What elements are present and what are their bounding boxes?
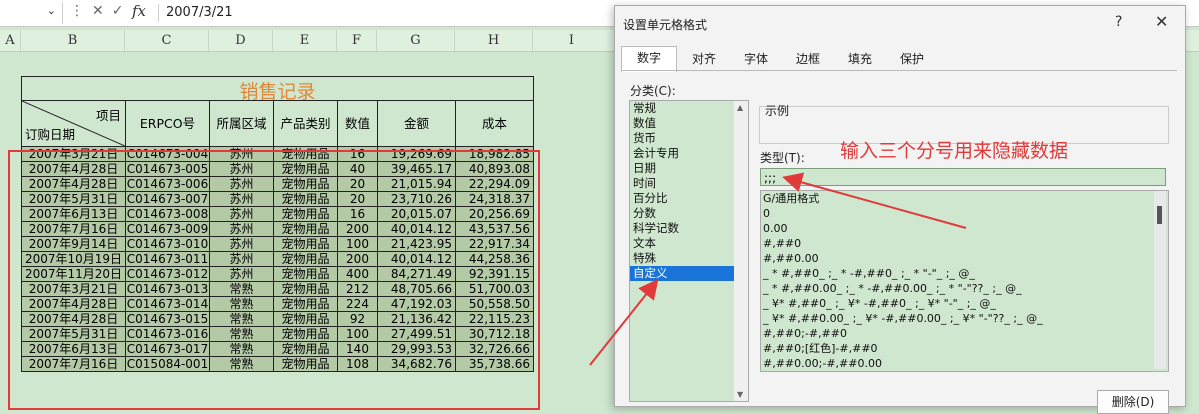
col-d[interactable]: D — [209, 30, 273, 51]
formula-icons: ⋮✕✓ — [70, 3, 131, 19]
header-qty[interactable]: 数值 — [337, 100, 378, 147]
sheet-title[interactable]: 销售记录 — [21, 76, 534, 103]
tab-number[interactable]: 数字 — [621, 46, 677, 72]
category-item[interactable]: 特殊 — [630, 251, 748, 266]
category-item[interactable]: 日期 — [630, 161, 748, 176]
annotation-text: 输入三个分号用来隐藏数据 — [840, 140, 1069, 162]
category-item[interactable]: 时间 — [630, 176, 748, 191]
category-scrollbar[interactable]: ▲ ▼ — [734, 100, 749, 402]
tab-border[interactable]: 边框 — [783, 48, 833, 70]
format-item[interactable]: #,##0;-#,##0 — [761, 326, 1168, 341]
scroll-up-icon[interactable]: ▲ — [737, 103, 743, 112]
col-a[interactable]: A — [0, 30, 21, 51]
format-item[interactable]: _ * #,##0_ ;_ * -#,##0_ ;_ * "-"_ ;_ @_ — [761, 266, 1168, 281]
cancel-icon[interactable]: ✕ — [92, 3, 112, 19]
dialog-title: 设置单元格格式 — [623, 18, 708, 32]
confirm-icon[interactable]: ✓ — [112, 3, 132, 19]
help-icon[interactable]: ? — [1115, 14, 1122, 30]
category-item[interactable]: 百分比 — [630, 191, 748, 206]
tab-protection[interactable]: 保护 — [887, 48, 937, 70]
col-i[interactable]: I — [533, 30, 610, 51]
more-icon[interactable]: ⋮ — [70, 3, 92, 19]
type-input[interactable]: ;;; — [760, 168, 1166, 186]
col-g[interactable]: G — [377, 30, 455, 51]
category-item[interactable]: 会计专用 — [630, 146, 748, 161]
category-item[interactable]: 自定义 — [630, 266, 748, 281]
header-region[interactable]: 所属区域 — [209, 100, 274, 147]
col-e[interactable]: E — [273, 30, 337, 51]
close-icon[interactable]: ✕ — [1155, 12, 1168, 31]
category-item[interactable]: 文本 — [630, 236, 748, 251]
tab-fill[interactable]: 填充 — [835, 48, 885, 70]
chevron-down-icon[interactable]: ⌄ — [47, 4, 56, 17]
scroll-down-icon[interactable]: ▼ — [737, 390, 743, 399]
delete-button[interactable]: 删除(D) — [1097, 390, 1169, 414]
name-box[interactable]: ⌄ — [0, 2, 63, 24]
format-item[interactable]: #,##0 — [761, 236, 1168, 251]
format-item[interactable]: 0 — [761, 206, 1168, 221]
formula-separator — [158, 4, 159, 22]
header-category[interactable]: 产品类别 — [273, 100, 338, 147]
header-erp[interactable]: ERPCO号 — [125, 100, 210, 147]
formula-input[interactable]: 2007/3/21 — [166, 5, 233, 20]
format-item[interactable]: G/通用格式 — [761, 191, 1168, 206]
format-item[interactable]: #,##0;[红色]-#,##0 — [761, 341, 1168, 356]
format-list[interactable]: G/通用格式 0 0.00 #,##0 #,##0.00 _ * #,##0_ ;_ * … — [760, 190, 1169, 372]
header-item: 项目 — [95, 108, 121, 123]
format-item[interactable]: _ ¥* #,##0.00_ ;_ ¥* -#,##0.00_ ;_ ¥* "-… — [761, 311, 1168, 326]
format-item[interactable]: _ ¥* #,##0_ ;_ ¥* -#,##0_ ;_ ¥* "-"_ ;_ … — [761, 296, 1168, 311]
format-item[interactable]: #,##0.00;-#,##0.00 — [761, 356, 1168, 371]
col-b[interactable]: B — [21, 30, 125, 51]
category-item[interactable]: 科学记数 — [630, 221, 748, 236]
format-item[interactable]: #,##0.00 — [761, 251, 1168, 266]
category-list[interactable]: 常规 数值 货币 会计专用 日期 时间 百分比 分数 科学记数 文本 特殊 自定义 — [629, 100, 749, 402]
header-diagonal[interactable]: 项目 订购日期 — [21, 100, 126, 147]
format-item[interactable]: _ * #,##0.00_ ;_ * -#,##0.00_ ;_ * "-"??… — [761, 281, 1168, 296]
scroll-thumb[interactable] — [1157, 206, 1162, 224]
type-label: 类型(T): — [760, 151, 805, 165]
format-item[interactable]: 0.00 — [761, 221, 1168, 236]
sample-label: 示例 — [765, 104, 790, 118]
category-item[interactable]: 常规 — [630, 101, 748, 116]
header-order-date: 订购日期 — [25, 127, 76, 142]
format-scrollbar[interactable] — [1154, 191, 1166, 369]
category-item[interactable]: 分数 — [630, 206, 748, 221]
col-f[interactable]: F — [337, 30, 377, 51]
col-c[interactable]: C — [125, 30, 209, 51]
header-amount[interactable]: 金额 — [377, 100, 456, 147]
category-label: 分类(C): — [630, 84, 676, 98]
tab-divider — [621, 70, 1177, 71]
header-cost[interactable]: 成本 — [455, 100, 534, 147]
highlight-box — [8, 150, 540, 410]
insert-function-icon[interactable]: fx — [132, 2, 146, 20]
category-item[interactable]: 数值 — [630, 116, 748, 131]
tab-font[interactable]: 字体 — [731, 48, 781, 70]
tab-alignment[interactable]: 对齐 — [679, 48, 729, 70]
category-item[interactable]: 货币 — [630, 131, 748, 146]
col-h[interactable]: H — [455, 30, 533, 51]
format-cells-dialog: 设置单元格格式 ? ✕ 数字 对齐 字体 边框 填充 保护 分类(C): 常规数… — [614, 5, 1186, 414]
